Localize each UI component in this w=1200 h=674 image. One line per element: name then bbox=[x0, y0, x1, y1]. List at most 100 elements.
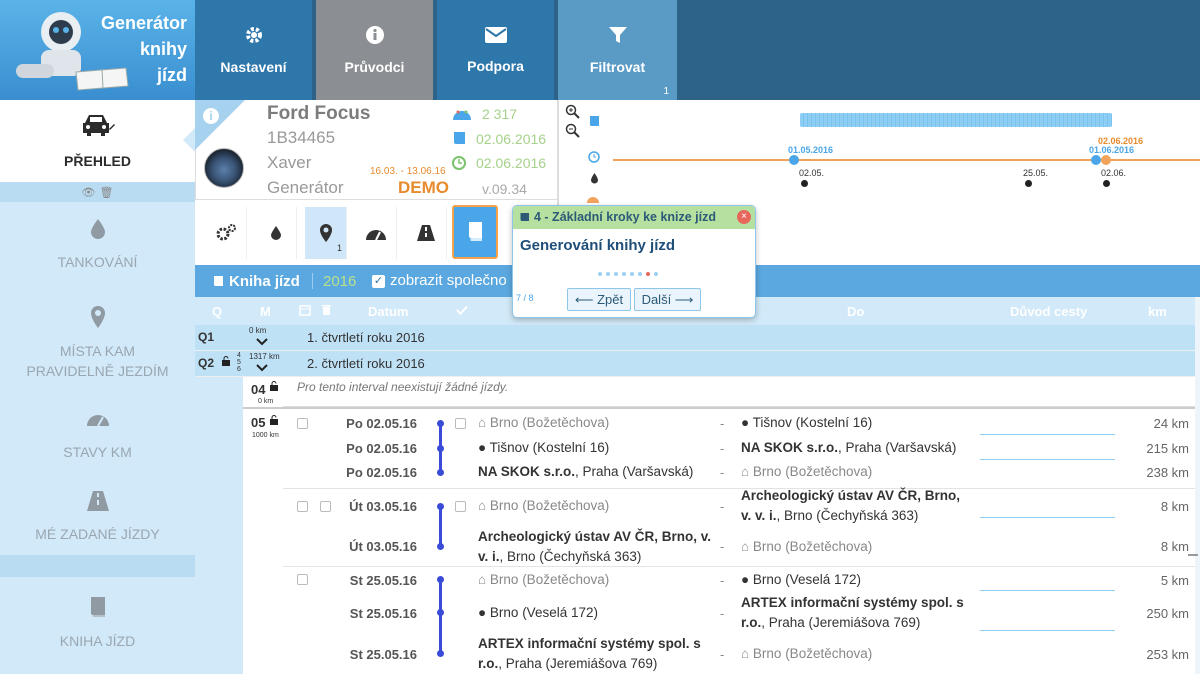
sidebar-item-odometer[interactable]: STAVY KM bbox=[0, 408, 195, 462]
trip-checkbox[interactable] bbox=[455, 418, 466, 429]
trip-km[interactable]: 24 km bbox=[1154, 416, 1189, 431]
sidebar-item-logbook[interactable]: KNIHA JÍZD bbox=[0, 595, 195, 651]
sidebar-item-overview[interactable]: PŘEHLED bbox=[0, 100, 195, 182]
trash-icon[interactable] bbox=[321, 304, 332, 316]
column-date[interactable]: Datum bbox=[368, 304, 408, 319]
trip-from[interactable]: ⌂ Brno (Božetěchova) bbox=[478, 413, 718, 433]
trip-from[interactable]: Archeologický ústav AV ČR, Brno, v. v. i… bbox=[478, 527, 718, 567]
app-logo[interactable]: Generátor knihy jízd bbox=[0, 0, 195, 100]
scrollbar[interactable] bbox=[1195, 297, 1200, 674]
sidebar-item-places[interactable]: MÍSTA KAM PRAVIDELNĚ JEZDÍM bbox=[0, 305, 195, 381]
progress-dot[interactable] bbox=[638, 272, 642, 276]
calendar-icon[interactable] bbox=[299, 304, 311, 316]
unlock-icon[interactable] bbox=[269, 381, 279, 391]
unlock-icon[interactable] bbox=[221, 356, 231, 366]
sidebar-item-fuel[interactable]: TANKOVÁNÍ bbox=[0, 218, 195, 272]
progress-dot[interactable] bbox=[606, 272, 610, 276]
trip-date[interactable]: St 25.05.16 bbox=[337, 647, 417, 662]
trip-km[interactable]: 250 km bbox=[1146, 606, 1189, 621]
logbook-year[interactable]: 2016 bbox=[323, 273, 356, 290]
trip-to[interactable]: ● Tišnov (Kostelní 16) bbox=[741, 413, 971, 433]
trip-from[interactable]: NA SKOK s.r.o., Praha (Varšavská) bbox=[478, 462, 718, 482]
checkmark-icon[interactable] bbox=[456, 305, 468, 315]
trip-reason[interactable] bbox=[980, 630, 1115, 631]
trip-date[interactable]: Po 02.05.16 bbox=[337, 465, 417, 480]
column-reason[interactable]: Důvod cesty bbox=[1010, 304, 1087, 319]
trip-to[interactable]: ● Brno (Veselá 172) bbox=[741, 570, 971, 590]
day-checkbox[interactable] bbox=[297, 574, 308, 585]
column-to[interactable]: Do bbox=[847, 304, 864, 319]
chevron-down-icon[interactable] bbox=[256, 338, 268, 346]
timeline-marker[interactable] bbox=[1101, 155, 1111, 165]
trip-to[interactable]: ARTEX informační systémy spol. s r.o., P… bbox=[741, 593, 971, 633]
resize-handle[interactable] bbox=[1188, 554, 1198, 556]
timeline-event-dot[interactable] bbox=[1025, 180, 1032, 187]
trip-from[interactable]: ● Tišnov (Kostelní 16) bbox=[478, 438, 718, 458]
info-icon[interactable]: i bbox=[203, 108, 219, 124]
trip-reason[interactable] bbox=[980, 459, 1115, 460]
trip-km[interactable]: 5 km bbox=[1161, 573, 1189, 588]
trip-from[interactable]: ⌂ Brno (Božetěchova) bbox=[478, 570, 718, 590]
progress-dot[interactable] bbox=[614, 272, 618, 276]
day-checkbox[interactable] bbox=[297, 418, 308, 429]
trip-date[interactable]: Út 03.05.16 bbox=[337, 539, 417, 554]
progress-dot[interactable] bbox=[630, 272, 634, 276]
trip-from[interactable]: ● Brno (Veselá 172) bbox=[478, 603, 718, 623]
column-km[interactable]: km bbox=[1148, 304, 1167, 319]
zoom-in-icon[interactable] bbox=[565, 104, 581, 120]
trip-to[interactable]: ⌂ Brno (Božetěchova) bbox=[741, 644, 971, 664]
assigned-trips-button[interactable] bbox=[405, 207, 447, 259]
close-icon[interactable]: × bbox=[737, 210, 751, 224]
show-company-label[interactable]: zobrazit společno bbox=[390, 272, 507, 289]
trip-date[interactable]: Po 02.05.16 bbox=[337, 416, 417, 431]
timeline-event-dot[interactable] bbox=[1103, 180, 1110, 187]
sidebar-item-assigned-trips[interactable]: MÉ ZADANÉ JÍZDY bbox=[0, 490, 195, 544]
show-company-checkbox[interactable]: ✓ bbox=[372, 275, 385, 288]
trip-to[interactable]: ⌂ Brno (Božetěchova) bbox=[741, 462, 971, 482]
trip-date[interactable]: Po 02.05.16 bbox=[337, 441, 417, 456]
settings-gears-button[interactable] bbox=[205, 207, 247, 259]
odometer-button[interactable] bbox=[355, 207, 397, 259]
progress-dot[interactable] bbox=[622, 272, 626, 276]
trip-to[interactable]: ⌂ Brno (Božetěchova) bbox=[741, 537, 971, 557]
timeline-marker[interactable] bbox=[789, 155, 799, 165]
support-button[interactable]: Podpora bbox=[437, 0, 554, 100]
eye-icon[interactable]: 👁 bbox=[82, 186, 96, 199]
trip-km[interactable]: 215 km bbox=[1146, 441, 1189, 456]
progress-dot[interactable] bbox=[598, 272, 602, 276]
trip-checkbox[interactable] bbox=[455, 501, 466, 512]
day-checkbox[interactable] bbox=[297, 501, 308, 512]
trip-km[interactable]: 8 km bbox=[1161, 499, 1189, 514]
trip-date[interactable]: St 25.05.16 bbox=[337, 573, 417, 588]
unlock-icon[interactable] bbox=[269, 415, 279, 425]
progress-dot-active[interactable] bbox=[646, 272, 650, 276]
trip-km[interactable]: 8 km bbox=[1161, 539, 1189, 554]
trip-reason[interactable] bbox=[980, 434, 1115, 435]
filter-button[interactable]: Filtrovat 1 bbox=[558, 0, 677, 100]
fuel-button[interactable] bbox=[255, 207, 297, 259]
trip-date[interactable]: St 25.05.16 bbox=[337, 606, 417, 621]
logbook-button[interactable] bbox=[452, 205, 498, 259]
trip-from[interactable]: ARTEX informační systémy spol. s r.o., P… bbox=[478, 634, 718, 674]
guide-next-button[interactable]: Další ⟶ bbox=[634, 288, 701, 311]
trip-to[interactable]: Archeologický ústav AV ČR, Brno, v. v. i… bbox=[741, 486, 971, 526]
trip-date[interactable]: Út 03.05.16 bbox=[337, 499, 417, 514]
progress-dot[interactable] bbox=[654, 272, 658, 276]
timeline-event-dot[interactable] bbox=[801, 180, 808, 187]
zoom-out-icon[interactable] bbox=[565, 123, 581, 139]
guide-back-button[interactable]: ⟵ Zpět bbox=[567, 288, 631, 311]
trip-reason[interactable] bbox=[980, 590, 1115, 591]
trip-from[interactable]: ⌂ Brno (Božetěchova) bbox=[478, 496, 718, 516]
trash-icon[interactable]: 🗑 bbox=[100, 186, 114, 199]
settings-button[interactable]: Nastavení bbox=[195, 0, 312, 100]
chevron-down-icon[interactable] bbox=[256, 364, 268, 372]
app-title-line2: knihy bbox=[139, 39, 187, 59]
delete-checkbox[interactable] bbox=[320, 501, 331, 512]
trip-km[interactable]: 253 km bbox=[1146, 647, 1189, 662]
guides-button[interactable]: Průvodci bbox=[316, 0, 433, 100]
timeline-marker[interactable] bbox=[1091, 155, 1101, 165]
trip-to[interactable]: NA SKOK s.r.o., Praha (Varšavská) bbox=[741, 438, 971, 458]
timeline-range-bar[interactable] bbox=[800, 113, 1112, 127]
trip-km[interactable]: 238 km bbox=[1146, 465, 1189, 480]
trip-reason[interactable] bbox=[980, 517, 1115, 518]
